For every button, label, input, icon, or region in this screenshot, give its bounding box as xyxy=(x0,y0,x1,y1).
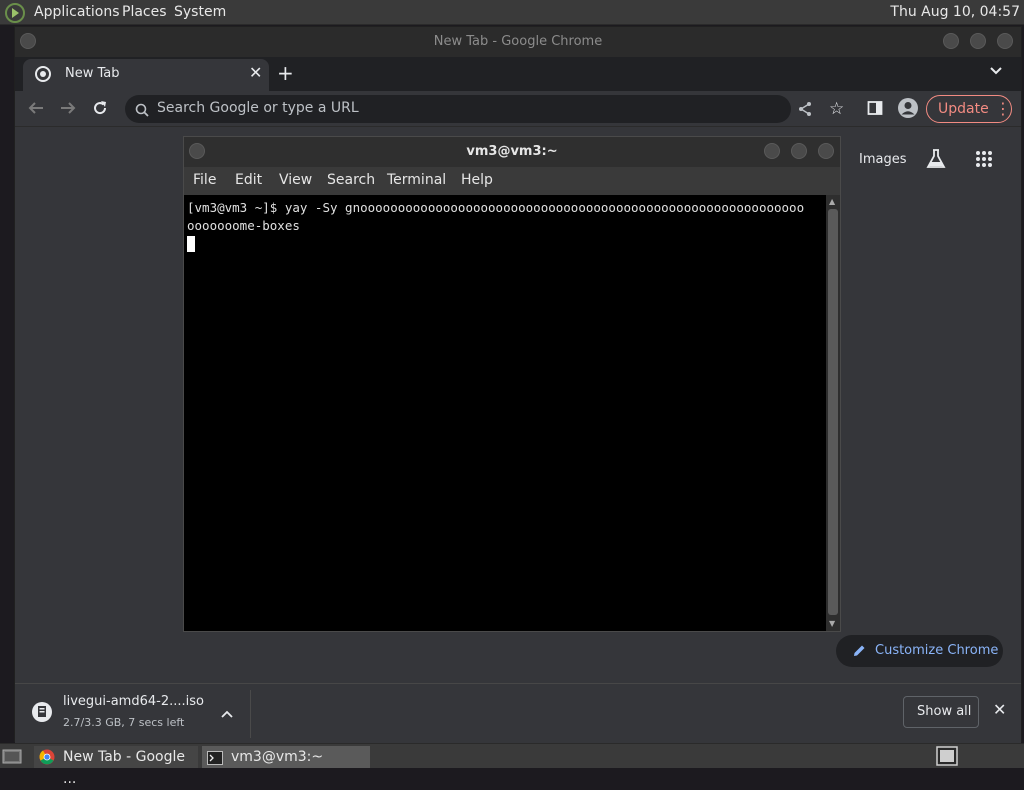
toolbar: Search Google or type a URL ☆ Update ⋮ xyxy=(15,91,1021,127)
taskbar-item-terminal[interactable]: vm3@vm3:~ xyxy=(202,746,370,768)
omnibox[interactable]: Search Google or type a URL ☆ xyxy=(125,95,844,123)
chrome-taskbar-icon xyxy=(39,749,55,772)
download-shelf: livegui-amd64-2....iso 2.7/3.3 GB, 7 sec… xyxy=(15,683,1021,743)
terminal-maximize-button[interactable] xyxy=(791,143,807,159)
menu-places[interactable]: Places xyxy=(122,4,167,20)
distro-logo-icon[interactable] xyxy=(4,2,26,28)
terminal-cursor xyxy=(187,236,195,252)
omnibox-placeholder: Search Google or type a URL xyxy=(157,100,359,116)
scrollbar-thumb[interactable] xyxy=(828,209,838,615)
tab-label: New Tab xyxy=(65,66,120,81)
terminal-line: ooooooome-boxes xyxy=(187,218,300,233)
show-desktop-icon[interactable] xyxy=(2,748,22,770)
terminal-screen[interactable]: [vm3@vm3 ~]$ yay -Sy gnooooooooooooooooo… xyxy=(184,195,826,631)
show-all-label: Show all xyxy=(917,704,972,719)
terminal-title: vm3@vm3:~ xyxy=(466,144,558,159)
menu-help[interactable]: Help xyxy=(461,172,493,188)
taskbar-item-label: vm3@vm3:~ xyxy=(231,749,324,765)
customize-label: Customize Chrome xyxy=(875,643,999,658)
update-label: Update xyxy=(938,101,989,117)
scroll-up-arrow-icon[interactable]: ▲ xyxy=(829,197,835,206)
terminal-minimize-button[interactable] xyxy=(764,143,780,159)
workspace-switcher-icon[interactable] xyxy=(936,746,958,770)
terminal-scrollbar[interactable]: ▲ ▼ xyxy=(826,195,840,631)
chrome-titlebar[interactable]: New Tab - Google Chrome xyxy=(15,27,1021,57)
menu-system[interactable]: System xyxy=(174,4,226,20)
scroll-down-arrow-icon[interactable]: ▼ xyxy=(829,619,835,628)
new-tab-button[interactable]: + xyxy=(277,61,294,85)
reload-button[interactable] xyxy=(91,99,109,121)
pencil-icon xyxy=(852,643,866,662)
back-button[interactable] xyxy=(27,99,45,121)
tab-new-tab[interactable]: New Tab ✕ xyxy=(23,59,269,91)
top-panel: Applications Places System Thu Aug 10, 0… xyxy=(0,0,1024,25)
taskbar-item-label: New Tab - Google ... xyxy=(63,749,186,787)
terminal-close-button[interactable] xyxy=(818,143,834,159)
profile-avatar-icon[interactable] xyxy=(897,97,919,123)
apps-grid-icon[interactable] xyxy=(975,150,993,172)
update-button[interactable]: Update ⋮ xyxy=(926,95,1012,123)
more-menu-icon: ⋮ xyxy=(995,99,1011,118)
download-options-chevron-icon[interactable] xyxy=(221,706,233,725)
maximize-button[interactable] xyxy=(970,33,986,49)
side-panel-icon[interactable] xyxy=(867,100,883,120)
minimize-button[interactable] xyxy=(943,33,959,49)
share-icon[interactable] xyxy=(797,101,813,121)
menu-file[interactable]: File xyxy=(193,172,216,188)
menu-edit[interactable]: Edit xyxy=(235,172,262,188)
bookmark-star-icon[interactable]: ☆ xyxy=(829,99,844,119)
taskbar-item-chrome[interactable]: New Tab - Google ... xyxy=(34,746,198,787)
forward-button[interactable] xyxy=(59,99,77,121)
window-menu-button[interactable] xyxy=(20,33,36,49)
menu-applications[interactable]: Applications xyxy=(34,4,120,20)
close-window-button[interactable] xyxy=(997,33,1013,49)
terminal-titlebar[interactable]: vm3@vm3:~ xyxy=(184,137,840,167)
terminal-line: [vm3@vm3 ~]$ yay -Sy gnooooooooooooooooo… xyxy=(187,200,805,215)
terminal-menubar: File Edit View Search Terminal Help xyxy=(184,167,840,195)
show-all-button[interactable]: Show all xyxy=(903,696,979,728)
labs-flask-icon[interactable] xyxy=(925,148,947,174)
search-icon xyxy=(135,102,149,121)
download-filename[interactable]: livegui-amd64-2....iso xyxy=(63,694,204,709)
chrome-favicon-icon xyxy=(35,66,51,86)
menu-search[interactable]: Search xyxy=(327,172,375,188)
download-divider xyxy=(250,690,251,738)
clock[interactable]: Thu Aug 10, 04:57 xyxy=(890,4,1020,20)
customize-chrome-button[interactable]: Customize Chrome xyxy=(836,635,1003,667)
menu-terminal[interactable]: Terminal xyxy=(387,172,446,188)
images-link[interactable]: Images xyxy=(859,152,907,167)
tab-close-icon[interactable]: ✕ xyxy=(249,63,262,82)
download-file-icon xyxy=(31,701,53,727)
terminal-window: vm3@vm3:~ File Edit View Search Terminal… xyxy=(183,136,841,632)
bottom-panel: New Tab - Google ... vm3@vm3:~ xyxy=(0,743,1024,787)
download-status: 2.7/3.3 GB, 7 secs left xyxy=(63,716,185,729)
close-shelf-icon[interactable]: ✕ xyxy=(993,700,1006,719)
terminal-window-menu-button[interactable] xyxy=(189,143,205,159)
tab-search-chevron-icon[interactable] xyxy=(989,63,1003,82)
terminal-taskbar-icon xyxy=(207,750,223,772)
window-title: New Tab - Google Chrome xyxy=(433,34,603,49)
menu-view[interactable]: View xyxy=(279,172,312,188)
